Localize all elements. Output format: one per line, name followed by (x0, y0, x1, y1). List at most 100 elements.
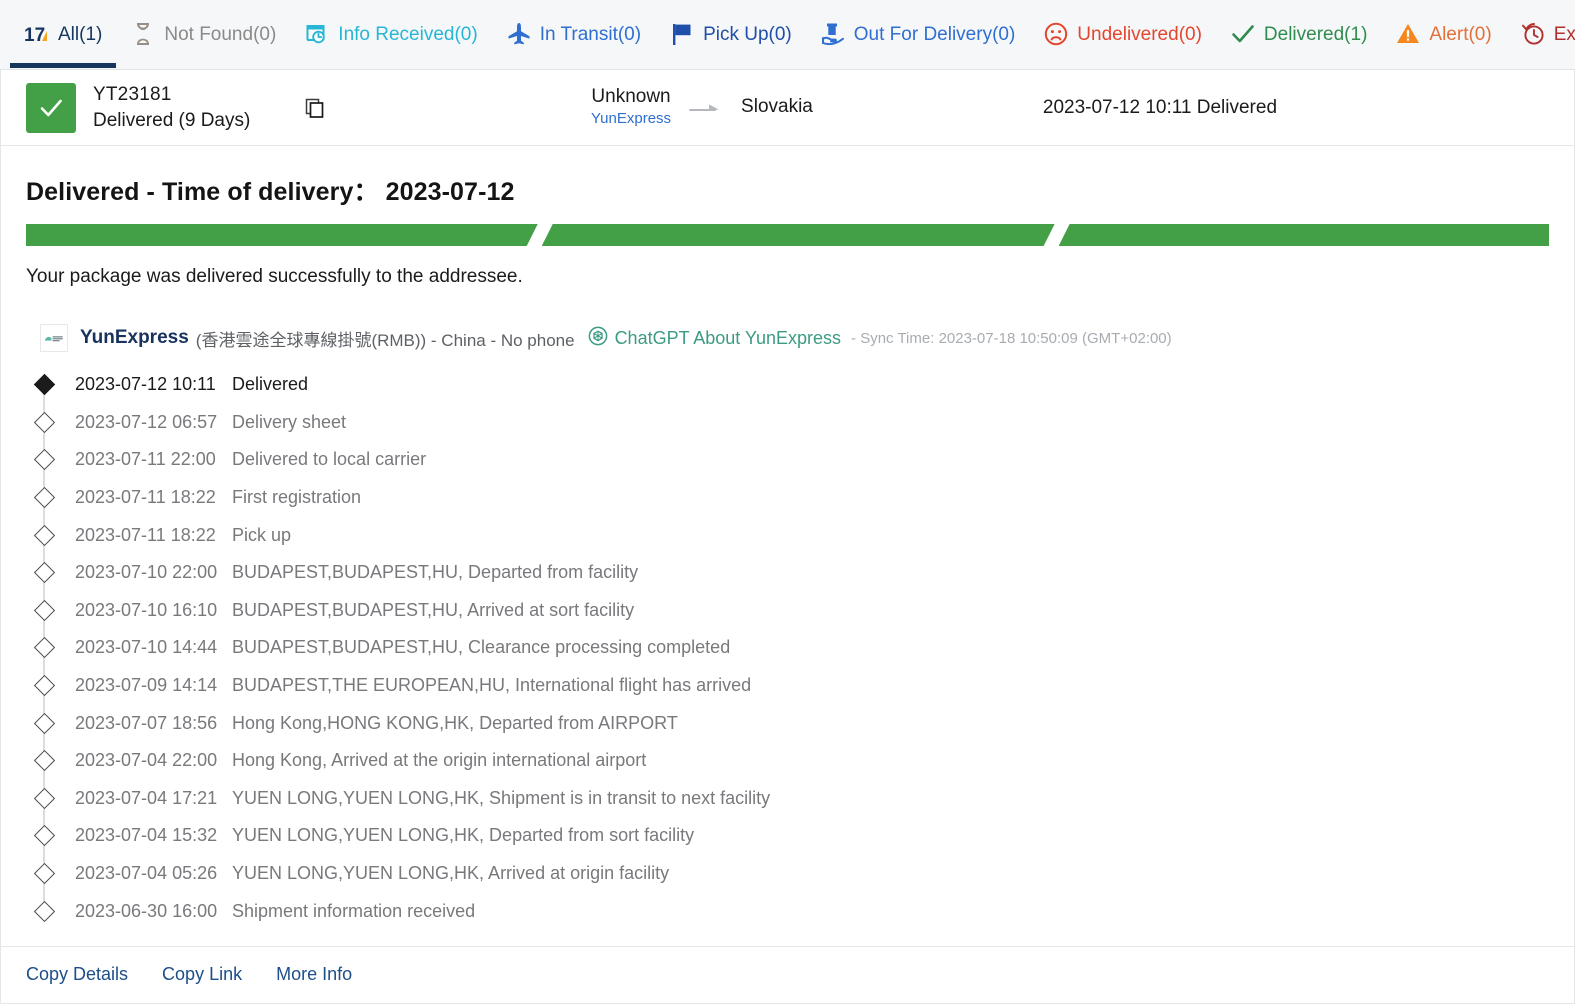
carrier-info-line: YunExpress (香港雲途全球專線掛號(RMB)) - China - N… (26, 288, 1549, 358)
check-icon (36, 93, 66, 123)
tab-expired[interactable]: Expired(0) (1506, 0, 1575, 68)
timeline-marker (26, 780, 62, 818)
event-description: YUEN LONG,YUEN LONG,HK, Departed from so… (232, 825, 694, 846)
timeline-event: 2023-07-10 22:00 BUDAPEST,BUDAPEST,HU, D… (26, 554, 1549, 592)
tab-expired-label: Expired(0) (1554, 25, 1575, 44)
event-description: Hong Kong, Arrived at the origin interna… (232, 750, 646, 771)
event-time: 2023-07-12 10:11 (62, 374, 232, 395)
tab-pick-up[interactable]: Pick Up(0) (655, 0, 806, 68)
hourglass-icon (130, 21, 156, 47)
arrow-right-icon (689, 101, 723, 113)
tab-not-found[interactable]: Not Found(0) (116, 0, 290, 68)
tab-in-transit-label: In Transit(0) (540, 25, 641, 44)
diamond-icon (33, 901, 54, 922)
timeline-event: 2023-07-10 14:44 BUDAPEST,BUDAPEST,HU, C… (26, 629, 1549, 667)
diamond-icon (33, 562, 54, 583)
timeline-marker (26, 592, 62, 630)
diamond-icon (33, 750, 54, 771)
diamond-icon (33, 412, 54, 433)
origin-country: Unknown (591, 86, 671, 109)
route-origin: Unknown YunExpress (591, 86, 671, 130)
timeline-marker (26, 629, 62, 667)
timeline-marker (26, 704, 62, 742)
tab-alert[interactable]: Alert(0) (1381, 0, 1505, 68)
event-description: Shipment information received (232, 901, 475, 922)
timeline-event: 2023-07-12 06:57 Delivery sheet (26, 404, 1549, 442)
diamond-icon (33, 675, 54, 696)
event-description: Delivery sheet (232, 412, 346, 433)
timeline-event: 2023-07-11 18:22 Pick up (26, 516, 1549, 554)
carrier-name[interactable]: YunExpress (80, 327, 189, 349)
shipment-status-text: Delivered (9 Days) (93, 108, 298, 133)
timeline-event: 2023-07-11 22:00 Delivered to local carr… (26, 441, 1549, 479)
progress-segment-1 (26, 224, 538, 246)
tab-undelivered-label: Undelivered(0) (1077, 25, 1202, 44)
timeline-marker (26, 516, 62, 554)
event-time: 2023-07-11 22:00 (62, 449, 232, 470)
timeline-marker (26, 742, 62, 780)
timeline-event: 2023-07-12 10:11 Delivered (26, 366, 1549, 404)
status-tab-bar: 17 All(1) Not Found(0) (0, 0, 1575, 70)
tab-delivered[interactable]: Delivered(1) (1216, 0, 1381, 68)
diamond-icon (33, 600, 54, 621)
destination-country: Slovakia (741, 96, 813, 118)
diamond-icon (33, 449, 54, 470)
progress-segment-3 (1059, 224, 1549, 246)
airplane-icon (506, 21, 532, 47)
tab-in-transit[interactable]: In Transit(0) (492, 0, 655, 68)
diamond-icon (33, 825, 54, 846)
tab-pick-up-label: Pick Up(0) (703, 25, 792, 44)
tab-undelivered[interactable]: Undelivered(0) (1029, 0, 1216, 68)
chatgpt-about-carrier-link[interactable]: ChatGPT About YunExpress (588, 326, 841, 351)
tracking-number[interactable]: YT23181 (93, 82, 298, 107)
timeline-marker (26, 479, 62, 517)
event-time: 2023-07-04 05:26 (62, 863, 232, 884)
event-time: 2023-07-07 18:56 (62, 713, 232, 734)
17track-logo-icon: 17 (24, 21, 50, 47)
event-description: YUEN LONG,YUEN LONG,HK, Arrived at origi… (232, 863, 669, 884)
diamond-icon (33, 374, 54, 395)
shipment-card: YT23181 Delivered (9 Days) Unknown YunEx… (0, 70, 1575, 1004)
sync-time: - Sync Time: 2023-07-18 10:50:09 (GMT+02… (851, 330, 1172, 347)
timeline-marker (26, 366, 62, 404)
timeline-event: 2023-07-04 17:21 YUEN LONG,YUEN LONG,HK,… (26, 780, 1549, 818)
tab-info-received[interactable]: Info Received(0) (290, 0, 491, 68)
copy-details-link[interactable]: Copy Details (26, 964, 128, 985)
tab-all[interactable]: 17 All(1) (10, 0, 116, 68)
timeline-event: 2023-07-04 05:26 YUEN LONG,YUEN LONG,HK,… (26, 855, 1549, 893)
chatgpt-icon (588, 326, 608, 351)
event-description: BUDAPEST,BUDAPEST,HU, Arrived at sort fa… (232, 600, 634, 621)
origin-carrier-link[interactable]: YunExpress (591, 108, 671, 129)
more-info-link[interactable]: More Info (276, 964, 352, 985)
diamond-icon (33, 487, 54, 508)
event-time: 2023-07-11 18:22 (62, 525, 232, 546)
route-block: Unknown YunExpress Slovakia (591, 86, 813, 130)
copy-icon[interactable] (304, 97, 326, 119)
tab-out-for-delivery[interactable]: Out For Delivery(0) (806, 0, 1030, 68)
diamond-icon (33, 637, 54, 658)
timeline-marker (26, 667, 62, 705)
event-description: BUDAPEST,BUDAPEST,HU, Departed from faci… (232, 562, 638, 583)
delivery-hand-icon (820, 21, 846, 47)
timeline-event: 2023-07-04 22:00 Hong Kong, Arrived at t… (26, 742, 1549, 780)
event-description: YUEN LONG,YUEN LONG,HK, Shipment is in t… (232, 788, 770, 809)
event-description: BUDAPEST,THE EUROPEAN,HU, International … (232, 675, 751, 696)
tab-delivered-label: Delivered(1) (1264, 25, 1367, 44)
svg-text:17: 17 (24, 25, 45, 46)
timeline-event: 2023-07-07 18:56 Hong Kong,HONG KONG,HK,… (26, 704, 1549, 742)
diamond-icon (33, 788, 54, 809)
timeline-marker (26, 892, 62, 930)
event-time: 2023-06-30 16:00 (62, 901, 232, 922)
copy-link-link[interactable]: Copy Link (162, 964, 242, 985)
shipment-body: Delivered - Time of delivery： 2023-07-12… (1, 146, 1574, 930)
event-time: 2023-07-04 22:00 (62, 750, 232, 771)
event-time: 2023-07-12 06:57 (62, 412, 232, 433)
event-description: First registration (232, 487, 361, 508)
timeline-event: 2023-06-30 16:00 Shipment information re… (26, 892, 1549, 930)
card-footer: Copy Details Copy Link More Info (1, 946, 1574, 1003)
status-badge (26, 83, 76, 133)
timeline-event: 2023-07-11 18:22 First registration (26, 479, 1549, 517)
timeline-event: 2023-07-09 14:14 BUDAPEST,THE EUROPEAN,H… (26, 667, 1549, 705)
timeline-marker (26, 404, 62, 442)
tracking-id-block: YT23181 Delivered (9 Days) (93, 82, 298, 133)
